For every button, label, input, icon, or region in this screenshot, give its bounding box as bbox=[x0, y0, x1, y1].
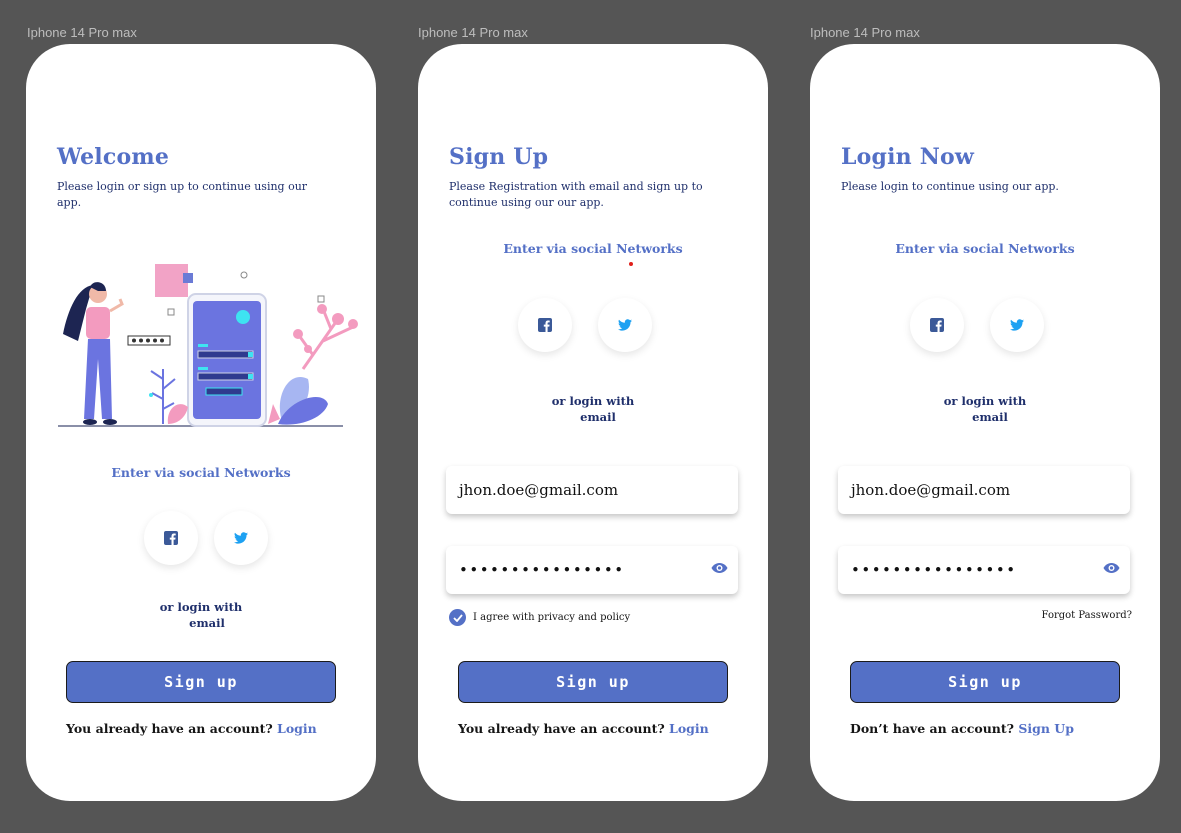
eye-icon[interactable] bbox=[711, 562, 728, 574]
footer-text: Don’t have an account? bbox=[850, 721, 1014, 736]
email-value: jhon.doe@gmail.com bbox=[459, 481, 619, 499]
footer-text: You already have an account? bbox=[66, 721, 273, 736]
email-value: jhon.doe@gmail.com bbox=[851, 481, 1011, 499]
password-value: •••••••••••••••• bbox=[851, 561, 1017, 579]
page-subtitle: Please Registration with email and sign … bbox=[449, 180, 703, 209]
page-title: Welcome bbox=[57, 144, 170, 170]
facebook-icon bbox=[164, 531, 178, 545]
alt-login-line2: email bbox=[580, 410, 616, 424]
footer-text: You already have an account? bbox=[458, 721, 665, 736]
twitter-icon bbox=[618, 319, 632, 331]
forgot-password-link[interactable]: Forgot Password? bbox=[1042, 610, 1132, 621]
email-field[interactable]: jhon.doe@gmail.com bbox=[838, 466, 1130, 514]
social-networks-heading: Enter via social Networks bbox=[503, 241, 683, 256]
check-icon bbox=[452, 613, 463, 622]
footer-prompt: You already have an account? Login bbox=[458, 721, 709, 736]
alt-login-text: or login with email bbox=[26, 599, 376, 631]
twitter-login-button[interactable] bbox=[214, 511, 268, 565]
privacy-checkbox-label: I agree with privacy and policy bbox=[473, 612, 631, 623]
alt-login-line1: or login with bbox=[551, 394, 635, 408]
signup-link[interactable]: Sign Up bbox=[1018, 721, 1074, 736]
frame-label-login: Iphone 14 Pro max bbox=[810, 25, 920, 40]
login-link[interactable]: Login bbox=[669, 721, 709, 736]
page-title: Login Now bbox=[841, 144, 975, 170]
twitter-icon bbox=[1010, 319, 1024, 331]
twitter-login-button[interactable] bbox=[598, 298, 652, 352]
alt-login-line2: email bbox=[189, 616, 225, 630]
social-networks-heading: Enter via social Networks bbox=[111, 465, 291, 480]
alt-login-line1: or login with bbox=[943, 394, 1027, 408]
password-value: •••••••••••••••• bbox=[459, 561, 625, 579]
page-subtitle: Please login or sign up to continue usin… bbox=[57, 180, 308, 209]
frame-label-welcome: Iphone 14 Pro max bbox=[27, 25, 137, 40]
facebook-login-button[interactable] bbox=[518, 298, 572, 352]
signup-button[interactable]: Sign up bbox=[458, 661, 728, 703]
facebook-login-button[interactable] bbox=[910, 298, 964, 352]
login-link[interactable]: Login bbox=[277, 721, 317, 736]
footer-prompt: Don’t have an account? Sign Up bbox=[850, 721, 1074, 736]
twitter-login-button[interactable] bbox=[990, 298, 1044, 352]
twitter-icon bbox=[234, 532, 248, 544]
page-subtitle: Please login to continue using our app. bbox=[841, 180, 1059, 193]
page-title: Sign Up bbox=[449, 144, 549, 170]
social-networks-heading: Enter via social Networks bbox=[895, 241, 1075, 256]
alt-login-text: or login with email bbox=[418, 393, 768, 425]
eye-icon[interactable] bbox=[1103, 562, 1120, 574]
signup-button[interactable]: Sign up bbox=[850, 661, 1120, 703]
welcome-screen: Welcome Please login or sign up to conti… bbox=[26, 44, 376, 801]
password-field[interactable]: •••••••••••••••• bbox=[838, 546, 1130, 594]
email-field[interactable]: jhon.doe@gmail.com bbox=[446, 466, 738, 514]
signup-button[interactable]: Sign up bbox=[66, 661, 336, 703]
login-screen: Login Now Please login to continue using… bbox=[810, 44, 1160, 801]
signup-screen: Sign Up Please Registration with email a… bbox=[418, 44, 768, 801]
facebook-icon bbox=[538, 318, 552, 332]
facebook-icon bbox=[930, 318, 944, 332]
alt-login-text: or login with email bbox=[810, 393, 1160, 425]
privacy-agree-row: I agree with privacy and policy bbox=[449, 609, 630, 626]
alt-login-line2: email bbox=[972, 410, 1008, 424]
frame-label-signup: Iphone 14 Pro max bbox=[418, 25, 528, 40]
red-dot-marker bbox=[629, 262, 633, 266]
facebook-login-button[interactable] bbox=[144, 511, 198, 565]
privacy-checkbox[interactable] bbox=[449, 609, 466, 626]
alt-login-line1: or login with bbox=[159, 600, 243, 614]
footer-prompt: You already have an account? Login bbox=[66, 721, 317, 736]
password-field[interactable]: •••••••••••••••• bbox=[446, 546, 738, 594]
welcome-illustration bbox=[38, 249, 363, 443]
